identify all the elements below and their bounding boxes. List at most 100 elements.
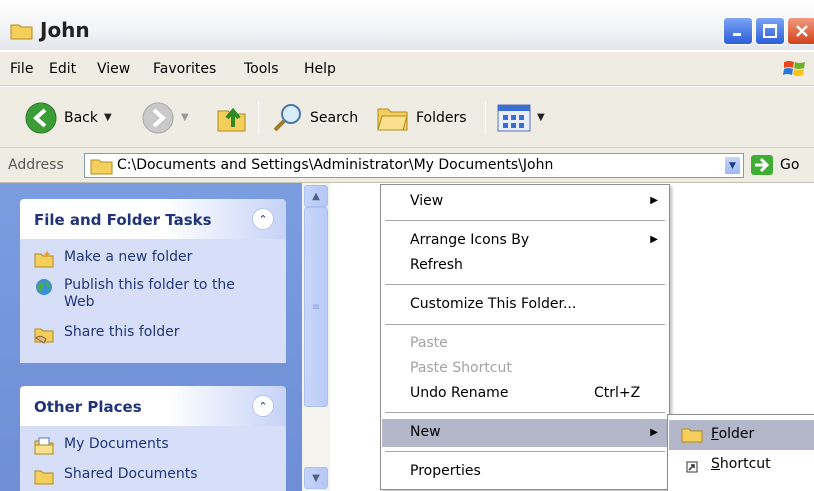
address-label: Address [8,157,64,173]
panel-header[interactable]: File and Folder Tasks ⌃ [20,199,286,239]
minimize-icon [733,33,741,36]
menu-item-refresh[interactable]: Refresh [382,253,668,279]
menu-item-new[interactable]: New ▶ [382,419,668,447]
grip-icon: ≡ [311,301,321,313]
back-label: Back [64,109,98,126]
menu-item-undo-rename[interactable]: Undo Rename Ctrl+Z [382,381,668,407]
menu-file[interactable]: File [10,61,33,77]
toolbar-separator [485,101,486,135]
vertical-scrollbar[interactable]: ▲ ≡ ▼ [302,183,330,491]
folders-button[interactable]: Folders [376,87,467,148]
up-folder-icon [217,107,246,131]
forward-button[interactable]: ▼ [141,87,189,148]
menu-item-properties[interactable]: Properties [382,459,668,485]
collapse-icon[interactable]: ⌃ [252,395,274,417]
up-folder-button[interactable] [215,87,249,148]
close-icon [796,25,808,37]
menu-separator [385,412,665,413]
chevron-down-icon: ▼ [729,160,736,171]
new-submenu: Folder Shortcut [667,414,814,491]
task-make-new-folder[interactable]: Make a new folder [34,249,192,269]
panel-body: My Documents Shared Documents [20,426,286,491]
folders-label: Folders [416,109,467,126]
menu-item-customize[interactable]: Customize This Folder... [382,292,668,318]
submenu-arrow-icon: ▶ [650,427,658,438]
views-dropdown-icon[interactable]: ▼ [537,112,545,123]
back-button[interactable]: Back ▼ [24,87,112,148]
address-path: C:\Documents and Settings\Administrator\… [117,157,554,173]
undo-shortcut: Ctrl+Z [594,385,641,401]
menu-separator [385,451,665,452]
windows-logo-icon [782,58,808,84]
menu-item-view[interactable]: View ▶ [382,189,668,215]
panel-title: Other Places [34,398,142,416]
menu-separator [385,220,665,221]
window-title: John [40,18,90,42]
context-menu: View ▶ Arrange Icons By ▶ Refresh Custom… [380,184,670,490]
folders-icon [377,108,408,130]
menu-separator [385,284,665,285]
close-button[interactable] [787,17,814,45]
submenu-item-shortcut[interactable]: Shortcut [669,450,814,480]
scroll-up-button[interactable]: ▲ [304,185,328,207]
menu-bar: File Edit View Favorites Tools Help [0,52,814,86]
task-publish-folder[interactable]: Publish this folder to the Web [34,277,244,311]
submenu-arrow-icon: ▶ [650,234,658,245]
chevron-up-icon: ▲ [312,190,320,202]
menu-help[interactable]: Help [304,61,336,77]
share-folder-icon [34,328,54,344]
search-icon [273,103,301,131]
toolbar: Back ▼ ▼ Search Folders ▼ [0,87,814,148]
go-arrow-icon [751,155,773,175]
search-button[interactable]: Search [272,87,358,148]
back-arrow-icon [25,102,57,133]
file-folder-tasks-panel: File and Folder Tasks ⌃ Make a new folde… [20,199,286,363]
shortcut-icon [686,461,698,473]
address-input[interactable]: C:\Documents and Settings\Administrator\… [84,153,744,178]
panel-header[interactable]: Other Places ⌃ [20,386,286,426]
menu-favorites[interactable]: Favorites [153,61,216,77]
menu-separator [385,324,665,325]
scroll-down-button[interactable]: ▼ [304,467,328,489]
menu-item-arrange-icons[interactable]: Arrange Icons By ▶ [382,228,668,254]
folder-icon [10,22,34,44]
views-icon [497,104,531,131]
go-label: Go [780,157,800,173]
menu-item-paste-shortcut[interactable]: Paste Shortcut [382,356,668,382]
forward-dropdown-icon[interactable]: ▼ [181,112,189,123]
menu-edit[interactable]: Edit [49,61,76,77]
menu-view[interactable]: View [97,61,130,77]
panel-body: Make a new folder Publish this folder to… [20,239,286,363]
chevron-down-icon: ▼ [312,472,320,484]
folder-icon [681,428,703,443]
search-label: Search [310,109,359,126]
panel-title: File and Folder Tasks [34,211,212,229]
submenu-arrow-icon: ▶ [650,195,658,206]
shared-folder-icon [34,470,54,485]
menu-tools[interactable]: Tools [244,61,279,77]
other-places-panel: Other Places ⌃ My Documents Shared Docum… [20,386,286,491]
maximize-button[interactable] [755,17,785,45]
submenu-item-folder[interactable]: Folder [669,420,814,450]
globe-icon [36,279,52,295]
folder-icon [90,159,113,175]
new-folder-icon [34,250,54,268]
place-shared-documents[interactable]: Shared Documents [34,466,198,486]
menu-item-paste[interactable]: Paste [382,331,668,357]
minimize-button[interactable] [723,17,753,45]
back-dropdown-icon[interactable]: ▼ [104,112,112,123]
my-documents-icon [34,437,54,455]
views-button[interactable]: ▼ [497,87,545,148]
maximize-icon [763,24,777,38]
address-bar: Address C:\Documents and Settings\Admini… [0,148,814,183]
collapse-icon[interactable]: ⌃ [252,208,274,230]
address-dropdown-button[interactable]: ▼ [724,156,741,175]
title-bar: John [0,0,814,50]
task-pane: File and Folder Tasks ⌃ Make a new folde… [0,183,302,491]
scroll-thumb[interactable]: ≡ [304,207,328,407]
forward-arrow-icon [142,102,174,133]
place-my-documents[interactable]: My Documents [34,436,169,456]
task-share-folder[interactable]: Share this folder [34,324,180,344]
go-button[interactable]: Go [750,154,799,176]
toolbar-separator [258,101,259,135]
